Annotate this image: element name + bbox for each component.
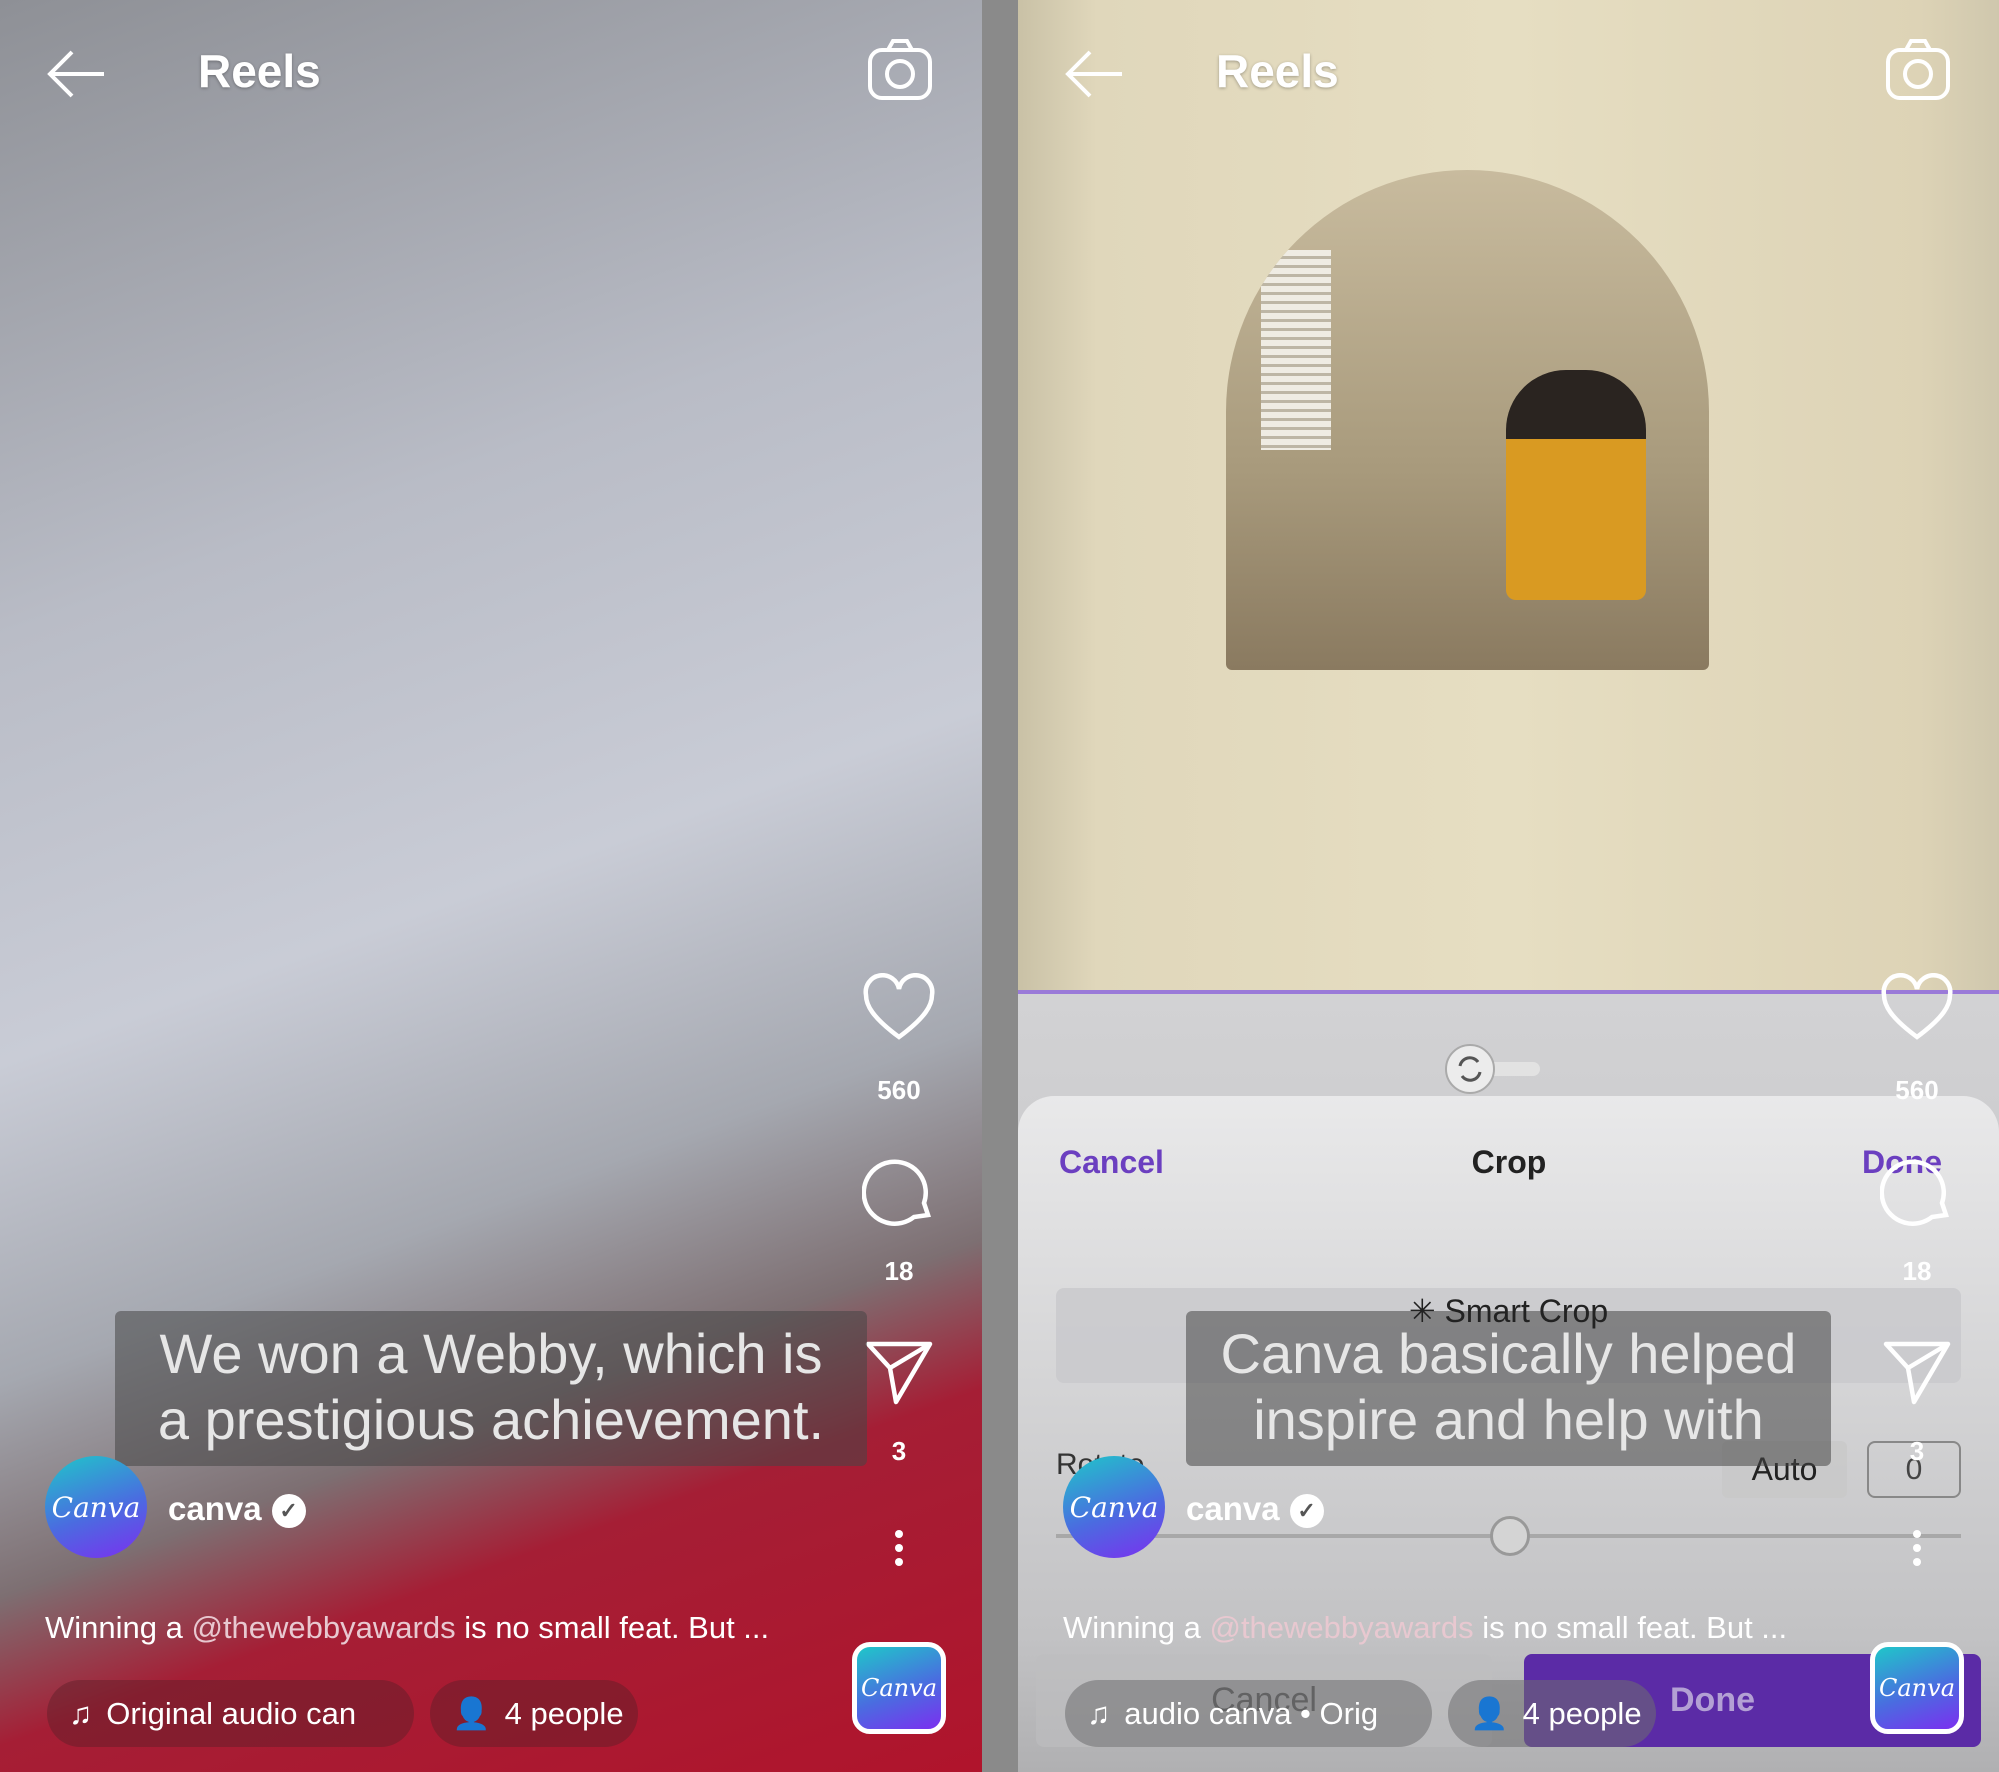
people-chip[interactable]: 👤 4 people (430, 1680, 638, 1747)
share-count: 3 (1909, 1436, 1925, 1466)
description[interactable]: Winning a @thewebbyawards is no small fe… (45, 1610, 769, 1646)
caption-line: We won a Webby, which is (159, 1322, 823, 1385)
music-note-icon: ♫ (1087, 1695, 1111, 1731)
page-title: Reels (198, 45, 321, 97)
description[interactable]: Winning a @thewebbyawards is no small fe… (1063, 1610, 1787, 1646)
avatar[interactable]: Canva (1063, 1456, 1165, 1558)
caption-overlay: We won a Webby, which is a prestigious a… (115, 1311, 867, 1466)
audio-thumbnail[interactable]: Canva (852, 1642, 946, 1734)
crop-title: Crop (1471, 1144, 1547, 1180)
audio-label: audio canva • Orig (1124, 1695, 1379, 1731)
mention-link[interactable]: @thewebbyawards (191, 1610, 455, 1645)
reel-panel-left: Reels 560 18 3 We won a Webby, which is … (0, 0, 982, 1772)
rotate-handle-icon[interactable] (1440, 1042, 1580, 1096)
caption-line: inspire and help with (1253, 1388, 1764, 1451)
person-icon: 👤 (1470, 1696, 1509, 1731)
comment-count: 18 (1902, 1256, 1932, 1286)
people-label: 4 people (1522, 1695, 1642, 1731)
sparkle-icon: ✳ (1408, 1293, 1445, 1329)
video-frame (1018, 0, 1999, 992)
username-text: canva (168, 1490, 262, 1527)
audio-chip[interactable]: ♫ Original audio can (47, 1680, 414, 1747)
username-text: canva (1186, 1490, 1280, 1527)
verified-badge-icon: ✓ (1289, 1494, 1324, 1529)
smart-crop-label-row[interactable]: ✳ Smart Crop (1056, 1288, 1961, 1334)
smart-crop-label: Smart Crop (1444, 1293, 1609, 1329)
page-title: Reels (1216, 45, 1339, 97)
heart-icon[interactable] (862, 973, 936, 1047)
people-chip[interactable]: 👤 4 people (1448, 1680, 1656, 1747)
more-options-icon[interactable] (1911, 1530, 1923, 1572)
audio-thumbnail[interactable]: Canva (1870, 1642, 1964, 1734)
description-text: Winning a (1063, 1610, 1210, 1645)
person-icon: 👤 (452, 1696, 491, 1731)
heart-icon[interactable] (1880, 973, 1954, 1047)
username[interactable]: canva ✓ (1186, 1490, 1324, 1529)
description-text: is no small feat. But ... (1473, 1610, 1788, 1645)
mention-link[interactable]: @thewebbyawards (1209, 1610, 1473, 1645)
description-text: Winning a (45, 1610, 192, 1645)
caption-line: a prestigious achievement. (157, 1388, 825, 1451)
comment-count: 18 (884, 1256, 914, 1286)
arch-mirror-image (1226, 170, 1709, 670)
username[interactable]: canva ✓ (168, 1490, 306, 1529)
like-count: 560 (1895, 1075, 1939, 1105)
description-text: is no small feat. But ... (455, 1610, 770, 1645)
camera-icon[interactable] (866, 36, 934, 104)
music-note-icon: ♫ (69, 1695, 93, 1731)
avatar[interactable]: Canva (45, 1456, 147, 1558)
camera-icon[interactable] (1884, 36, 1952, 104)
send-icon[interactable] (1880, 1334, 1954, 1408)
crop-cancel-button[interactable]: Cancel (1059, 1144, 1164, 1181)
send-icon[interactable] (862, 1334, 936, 1408)
verified-badge-icon: ✓ (271, 1494, 306, 1529)
rotate-slider-knob[interactable] (1490, 1516, 1530, 1556)
comment-icon[interactable] (862, 1155, 936, 1229)
comment-icon[interactable] (1880, 1155, 1954, 1229)
reel-panel-right: Cancel Crop Done Rotate Auto 0 Cancel Do… (1018, 0, 1999, 1772)
more-options-icon[interactable] (893, 1530, 905, 1572)
caption-overlay: Canva basically helped inspire and help … (1186, 1311, 1831, 1466)
arrow-left-icon[interactable] (1062, 46, 1126, 102)
people-label: 4 people (504, 1695, 624, 1731)
like-count: 560 (877, 1075, 921, 1105)
audio-label: Original audio can (106, 1695, 357, 1731)
audio-chip[interactable]: ♫ audio canva • Orig (1065, 1680, 1432, 1747)
arrow-left-icon[interactable] (44, 46, 108, 102)
